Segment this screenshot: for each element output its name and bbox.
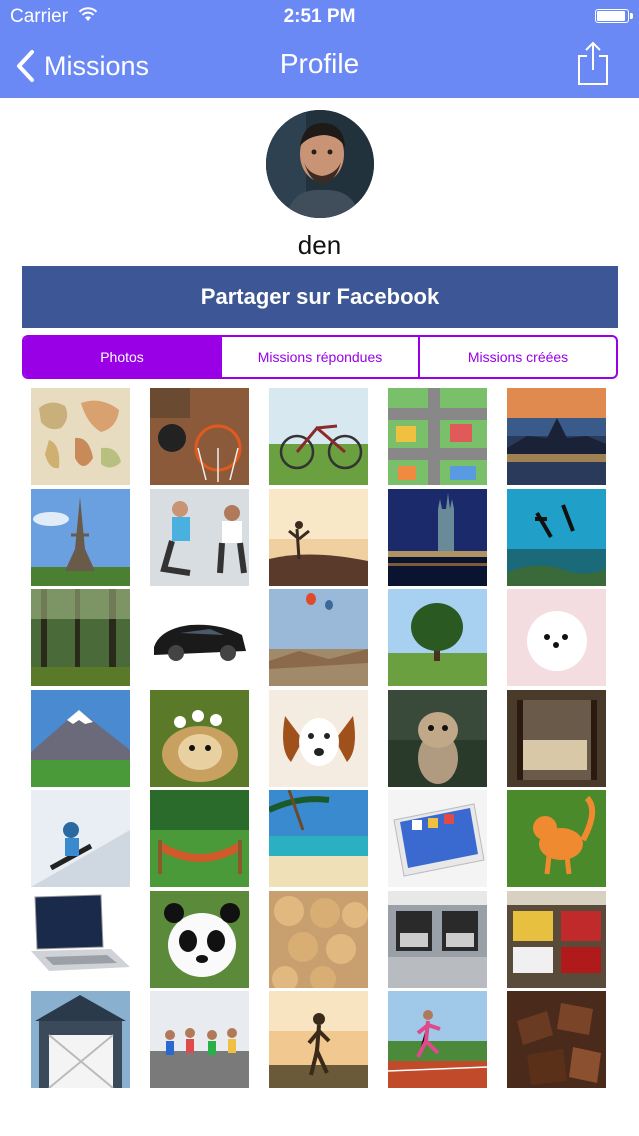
hammock-photo[interactable] xyxy=(150,790,249,887)
guinea-pig-photo-image xyxy=(150,689,249,787)
world-map-photo-image xyxy=(31,388,130,485)
orange-kitten-photo[interactable] xyxy=(507,790,606,887)
barn-door-photo-image xyxy=(31,991,130,1088)
basketball-hoop-photo-image xyxy=(150,388,249,485)
snowy-mountain-photo-image xyxy=(31,689,130,787)
forest-photo[interactable] xyxy=(31,589,130,686)
cologne-cathedral-photo-image xyxy=(388,488,487,586)
sports-car-photo-image xyxy=(150,589,249,686)
rome-sunset-photo[interactable] xyxy=(507,388,606,485)
panda-photo[interactable] xyxy=(150,890,249,988)
bicycle-grass-photo-image xyxy=(269,388,368,485)
white-puppy-photo-image xyxy=(507,589,606,686)
laptop-photo[interactable] xyxy=(31,890,130,988)
track-runner-photo[interactable] xyxy=(388,991,487,1088)
car-garage-photo[interactable] xyxy=(507,890,606,988)
battery-icon xyxy=(595,9,633,23)
hot-air-balloons-photo[interactable] xyxy=(269,589,368,686)
avatar-portrait xyxy=(266,110,374,218)
scuba-divers-photo[interactable] xyxy=(507,488,606,586)
bicycle-grass-photo[interactable] xyxy=(269,388,368,485)
hot-air-balloons-photo-image xyxy=(269,589,368,686)
runners-group-photo[interactable] xyxy=(150,991,249,1088)
tab-photos[interactable]: Photos xyxy=(24,337,220,377)
basketball-hoop-photo[interactable] xyxy=(150,388,249,485)
panda-photo-image xyxy=(150,890,249,988)
orange-kitten-photo-image xyxy=(507,790,606,887)
cookies-photo[interactable] xyxy=(269,890,368,988)
snowboarder-photo-image xyxy=(31,790,130,887)
city-map-toy-photo-image xyxy=(388,388,487,485)
tree-meadow-photo-image xyxy=(388,589,487,686)
fitness-stretch-photo-image xyxy=(150,488,249,586)
chocolate-photo-image xyxy=(507,991,606,1088)
tab-missions-creees[interactable]: Missions créées xyxy=(418,337,616,377)
barn-door-photo[interactable] xyxy=(31,991,130,1088)
bedroom-photo-image xyxy=(507,689,606,787)
spaniel-puppy-photo[interactable] xyxy=(269,689,368,787)
nav-header: Missions Profile xyxy=(0,32,639,98)
yoga-sunset-photo-image xyxy=(269,488,368,586)
eiffel-tower-photo[interactable] xyxy=(31,488,130,586)
guinea-pig-photo[interactable] xyxy=(150,689,249,787)
eiffel-tower-photo-image xyxy=(31,488,130,586)
tropical-beach-photo[interactable] xyxy=(269,790,368,887)
scuba-divers-photo-image xyxy=(507,488,606,586)
status-bar: Carrier 2:51 PM xyxy=(0,0,639,32)
hammock-photo-image xyxy=(150,790,249,887)
kitten-photo-image xyxy=(388,689,487,787)
white-puppy-photo[interactable] xyxy=(507,589,606,686)
tropical-beach-photo-image xyxy=(269,790,368,887)
laptop-photo-image xyxy=(31,890,130,988)
bedroom-photo[interactable] xyxy=(507,689,606,787)
battery-fill xyxy=(597,11,625,21)
tree-meadow-photo[interactable] xyxy=(388,589,487,686)
yoga-sunset-photo[interactable] xyxy=(269,488,368,586)
city-map-toy-photo[interactable] xyxy=(388,388,487,485)
profile-username: den xyxy=(297,230,342,260)
sports-car-photo[interactable] xyxy=(150,589,249,686)
track-runner-photo-image xyxy=(388,991,487,1088)
smartphone-photo[interactable] xyxy=(388,790,487,887)
garage-photo[interactable] xyxy=(388,890,487,988)
kitten-photo[interactable] xyxy=(388,689,487,787)
car-garage-photo-image xyxy=(507,890,606,988)
garage-photo-image xyxy=(388,890,487,988)
avatar xyxy=(266,110,374,218)
runner-sunset-photo-image xyxy=(269,991,368,1088)
tab-missions-repondues[interactable]: Missions répondues xyxy=(220,337,418,377)
forest-photo-image xyxy=(31,589,130,686)
snowy-mountain-photo[interactable] xyxy=(31,689,130,787)
cologne-cathedral-photo[interactable] xyxy=(388,488,487,586)
share-icon[interactable] xyxy=(577,40,609,86)
profile-tabs: Photos Missions répondues Missions créée… xyxy=(22,335,618,379)
share-facebook-button[interactable]: Partager sur Facebook xyxy=(22,266,618,328)
cookies-photo-image xyxy=(269,890,368,988)
navigation-bar: Carrier 2:51 PM Missions Profile xyxy=(0,0,639,98)
battery-nub xyxy=(630,13,633,19)
rome-sunset-photo-image xyxy=(507,388,606,485)
page-title: Profile xyxy=(279,48,360,79)
status-time: 2:51 PM xyxy=(283,6,356,27)
world-map-photo[interactable] xyxy=(31,388,130,485)
smartphone-photo-image xyxy=(388,790,487,887)
runners-group-photo-image xyxy=(150,991,249,1088)
chocolate-photo[interactable] xyxy=(507,991,606,1088)
spaniel-puppy-photo-image xyxy=(269,689,368,787)
runner-sunset-photo[interactable] xyxy=(269,991,368,1088)
fitness-stretch-photo[interactable] xyxy=(150,488,249,586)
snowboarder-photo[interactable] xyxy=(31,790,130,887)
